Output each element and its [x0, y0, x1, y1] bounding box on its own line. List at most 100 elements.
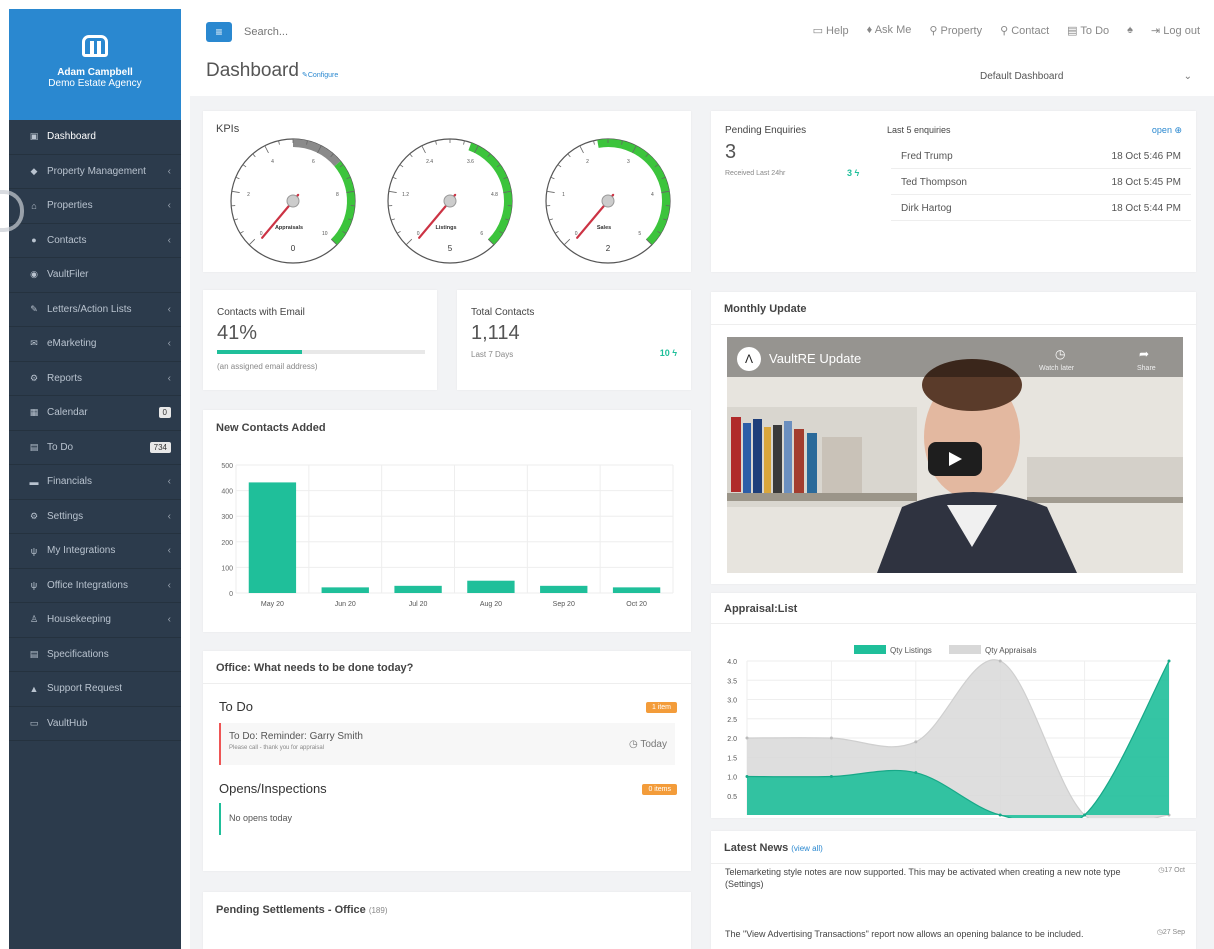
logout-link[interactable]: ⇥ Log out: [1151, 24, 1200, 37]
gauge-sales: 012 345Sales2: [545, 138, 671, 264]
hamburger-icon: ≡: [215, 25, 223, 39]
sidebar-item-settings[interactable]: ⚙ Settings ‹: [9, 500, 181, 534]
total-contacts-title: Total Contacts: [471, 307, 535, 318]
menu-toggle-button[interactable]: ≡: [206, 22, 232, 42]
property-search-link[interactable]: ⚲ Property: [929, 24, 982, 37]
search-input[interactable]: [244, 26, 444, 38]
profile-name: Adam Campbell: [57, 67, 133, 78]
vault-channel-icon: Λ: [737, 347, 761, 371]
contact-search-link[interactable]: ⚲ Contact: [1000, 24, 1049, 37]
enquiries-panel: Pending Enquiries 3 Received Last 24hr 3…: [711, 111, 1196, 272]
help-link[interactable]: ▭ Help: [813, 24, 849, 37]
enquiry-date: 18 Oct 5:46 PM: [1111, 151, 1181, 162]
sidebar-item-vaulthub[interactable]: ▭ VaultHub: [9, 707, 181, 741]
dashboard-select[interactable]: Default Dashboard ⌄: [978, 66, 1198, 88]
x-tick-label: Aug 20: [480, 601, 502, 608]
vault-logo-icon: [80, 31, 110, 61]
todo-item-time: ◷ Today: [628, 739, 667, 750]
sidebar-item-label: VaultFiler: [47, 269, 89, 281]
legend-swatch: [854, 645, 886, 654]
sidebar-item-support-request[interactable]: ▲ Support Request: [9, 672, 181, 707]
news-item[interactable]: The "View Advertising Transactions" repo…: [725, 928, 1185, 940]
sidebar-count-badge: 0: [158, 407, 171, 419]
monitor-icon: ▭: [29, 717, 39, 728]
watch-later-icon[interactable]: ◷: [1055, 347, 1065, 361]
sidebar-item-dashboard[interactable]: ▣ Dashboard: [9, 120, 181, 155]
play-button[interactable]: [928, 442, 982, 476]
enquiry-row[interactable]: Fred Trump 18 Oct 5:46 PM: [891, 143, 1191, 169]
office-today-panel: Office: What needs to be done today? To …: [203, 651, 691, 871]
gauge-label: Appraisals: [275, 225, 303, 231]
sidebar-item-property-management[interactable]: ◆ Property Management ‹: [9, 155, 181, 189]
video-player[interactable]: Λ VaultRE Update ◷ Watch later ➦ Share: [727, 337, 1183, 573]
envelope-icon: ✉: [30, 338, 38, 349]
new-contacts-chart: 0 100 200 300 400 500 May 20 Jun 20 Jul 20 Aug 20…: [221, 463, 674, 608]
open-enquiries-link[interactable]: open ⊕: [1152, 125, 1182, 136]
sidebar-item-letters-action-lists[interactable]: ✎ Letters/Action Lists ‹: [9, 293, 181, 327]
data-point: [998, 813, 1002, 817]
chevron-left-icon: ‹: [167, 200, 171, 212]
sidebar-item-to-do[interactable]: ▤ To Do 734: [9, 431, 181, 465]
sidebar-item-contacts[interactable]: ● Contacts ‹: [9, 224, 181, 258]
sidebar-item-calendar[interactable]: ▦ Calendar 0: [9, 396, 181, 431]
view-all-news-link[interactable]: (view all): [791, 844, 823, 853]
gauge-label: Listings: [435, 225, 456, 231]
sidebar-item-specifications[interactable]: ▤ Specifications: [9, 638, 181, 672]
chevron-left-icon: ‹: [167, 372, 171, 384]
sidebar-item-housekeeping[interactable]: ♙ Housekeeping ‹: [9, 603, 181, 638]
configure-link[interactable]: ✎Configure: [302, 71, 338, 79]
chevron-left-icon: ‹: [167, 614, 171, 626]
chevron-left-icon: ‹: [167, 545, 171, 557]
pending-enquiries-sub: Received Last 24hr: [725, 170, 786, 177]
share-icon[interactable]: ➦: [1139, 347, 1149, 361]
sidebar-item-properties[interactable]: ⌂ Properties ‹: [9, 189, 181, 224]
todo-link[interactable]: ▤ To Do: [1067, 24, 1109, 37]
enquiry-name: Fred Trump: [901, 151, 953, 162]
pending-enquiries-count: 3: [725, 141, 737, 163]
y-tick-label: 2.0: [727, 736, 737, 743]
sidebar-item-financials[interactable]: ▬ Financials ‹: [9, 465, 181, 500]
ask-me-link[interactable]: ♦ Ask Me: [867, 24, 912, 37]
y-tick-label: 1.0: [727, 775, 737, 782]
contacts-email-sub: (an assigned email address): [217, 362, 318, 371]
data-point: [829, 736, 833, 740]
bell-icon[interactable]: ♠: [1127, 24, 1133, 37]
chevron-left-icon: ‹: [167, 510, 171, 522]
todo-item[interactable]: To Do: Reminder: Garry Smith Please call…: [219, 723, 675, 765]
gauge-hub: [286, 194, 300, 208]
play-icon: [949, 452, 962, 466]
list-icon: ▤: [29, 441, 39, 452]
monthly-update-title: Monthly Update: [724, 303, 807, 315]
sidebar-item-office-integrations[interactable]: ψ Office Integrations ‹: [9, 569, 181, 603]
bolt-icon: ϟ: [854, 168, 860, 178]
todo-count-badge: 1 item: [645, 702, 677, 713]
gauge-tick-label: 4: [651, 192, 654, 198]
total-contacts-panel: Total Contacts 1,114 Last 7 Days 10 ϟ: [457, 290, 691, 390]
sidebar-item-label: Letters/Action Lists: [47, 303, 132, 315]
sidebar-item-vaultfiler[interactable]: ◉ VaultFiler: [9, 258, 181, 293]
dashboard-icon: ▣: [29, 131, 39, 142]
office-today-title: Office: What needs to be done today?: [216, 662, 414, 674]
todo-item-title: To Do: Reminder: Garry Smith: [229, 731, 363, 742]
bar: [540, 585, 588, 593]
chevron-left-icon: ‹: [167, 165, 171, 177]
contacts-email-progress: [217, 350, 425, 354]
sidebar-item-label: Dashboard: [47, 131, 96, 143]
news-item[interactable]: Telemarketing style notes are now suppor…: [725, 866, 1185, 890]
data-point: [829, 775, 833, 778]
gauge-tick-label: 6: [312, 159, 315, 165]
profile-header[interactable]: Adam Campbell Demo Estate Agency: [9, 9, 181, 120]
y-tick-label: 4.0: [727, 659, 737, 666]
enquiry-row[interactable]: Ted Thompson 18 Oct 5:45 PM: [891, 169, 1191, 195]
chevron-left-icon: ‹: [167, 234, 171, 246]
data-point: [914, 771, 918, 775]
gauge-label: Sales: [597, 225, 611, 231]
plug-icon: ψ: [30, 580, 38, 591]
y-tick-label: 500: [221, 463, 233, 470]
sidebar-item-reports[interactable]: ⚙ Reports ‹: [9, 362, 181, 396]
gauge-tick-label: 2.4: [426, 159, 433, 165]
contacts-email-value: 41%: [217, 322, 258, 344]
sidebar-item-emarketing[interactable]: ✉ eMarketing ‹: [9, 327, 181, 362]
sidebar-item-my-integrations[interactable]: ψ My Integrations ‹: [9, 534, 181, 569]
enquiry-row[interactable]: Dirk Hartog 18 Oct 5:44 PM: [891, 195, 1191, 221]
